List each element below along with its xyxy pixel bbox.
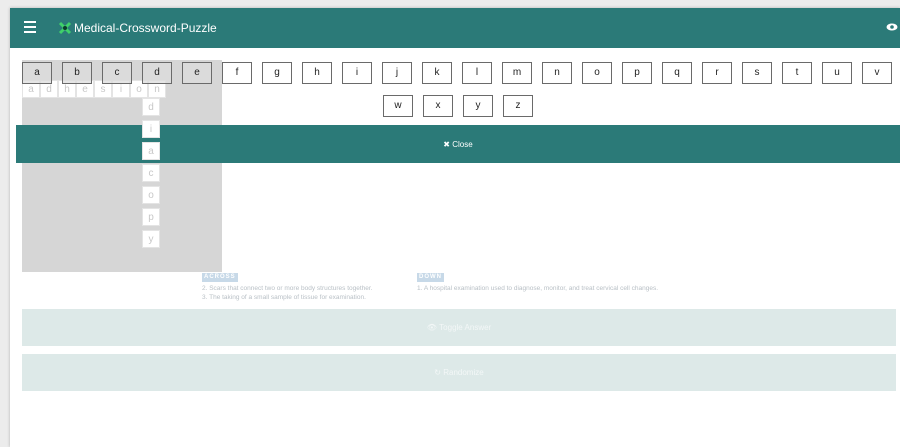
key-p[interactable]: p: [622, 62, 652, 84]
puzzle-logo-icon: [58, 21, 72, 35]
key-r[interactable]: r: [702, 62, 732, 84]
key-n[interactable]: n: [542, 62, 572, 84]
key-u[interactable]: u: [822, 62, 852, 84]
key-a[interactable]: a: [22, 62, 52, 84]
grid-cell[interactable]: p: [142, 208, 160, 226]
key-v[interactable]: v: [862, 62, 892, 84]
key-l[interactable]: l: [462, 62, 492, 84]
key-x[interactable]: x: [423, 95, 453, 117]
eye-icon[interactable]: [886, 22, 898, 32]
key-j[interactable]: j: [382, 62, 412, 84]
eye-icon: 👁: [426, 323, 440, 332]
randomize-button[interactable]: ↻ Randomize: [22, 354, 896, 391]
key-t[interactable]: t: [782, 62, 812, 84]
key-z[interactable]: z: [503, 95, 533, 117]
close-label: Close: [452, 139, 473, 149]
app-title: Medical-Crossword-Puzzle: [74, 21, 217, 35]
grid-cell[interactable]: i: [142, 120, 160, 138]
key-k[interactable]: k: [422, 62, 452, 84]
toggle-answer-label: Toggle Answer: [439, 323, 492, 332]
key-q[interactable]: q: [662, 62, 692, 84]
grid-cell[interactable]: a: [142, 142, 160, 160]
app-header: Medical-Crossword-Puzzle: [10, 8, 900, 48]
key-w[interactable]: w: [383, 95, 413, 117]
grid-cell[interactable]: o: [142, 186, 160, 204]
down-heading: DOWN: [417, 273, 444, 282]
refresh-icon: ↻: [434, 368, 444, 377]
key-f[interactable]: f: [222, 62, 252, 84]
key-c[interactable]: c: [102, 62, 132, 84]
key-i[interactable]: i: [342, 62, 372, 84]
key-o[interactable]: o: [582, 62, 612, 84]
page: Medical-Crossword-Puzzle ACROSS 2. Scars…: [10, 8, 900, 447]
key-b[interactable]: b: [62, 62, 92, 84]
key-g[interactable]: g: [262, 62, 292, 84]
grid-cell[interactable]: c: [142, 164, 160, 182]
menu-icon[interactable]: [24, 21, 36, 33]
grid-cell[interactable]: y: [142, 230, 160, 248]
randomize-label: Randomize: [443, 368, 484, 377]
clue-across-2: 2. Scars that connect two or more body s…: [202, 285, 373, 292]
across-clues: ACROSS 2. Scars that connect two or more…: [202, 272, 373, 302]
close-icon: ✖: [443, 139, 453, 149]
key-h[interactable]: h: [302, 62, 332, 84]
key-e[interactable]: e: [182, 62, 212, 84]
key-y[interactable]: y: [463, 95, 493, 117]
grid-cell[interactable]: d: [142, 98, 160, 116]
clue-across-3: 3. The taking of a small sample of tissu…: [202, 294, 366, 301]
clue-down-1: 1. A hospital examination used to diagno…: [417, 285, 659, 292]
across-heading: ACROSS: [202, 273, 238, 282]
toggle-answer-button[interactable]: 👁 Toggle Answer: [22, 309, 896, 346]
key-m[interactable]: m: [502, 62, 532, 84]
key-d[interactable]: d: [142, 62, 172, 84]
down-clues: DOWN 1. A hospital examination used to d…: [417, 272, 658, 293]
key-s[interactable]: s: [742, 62, 772, 84]
